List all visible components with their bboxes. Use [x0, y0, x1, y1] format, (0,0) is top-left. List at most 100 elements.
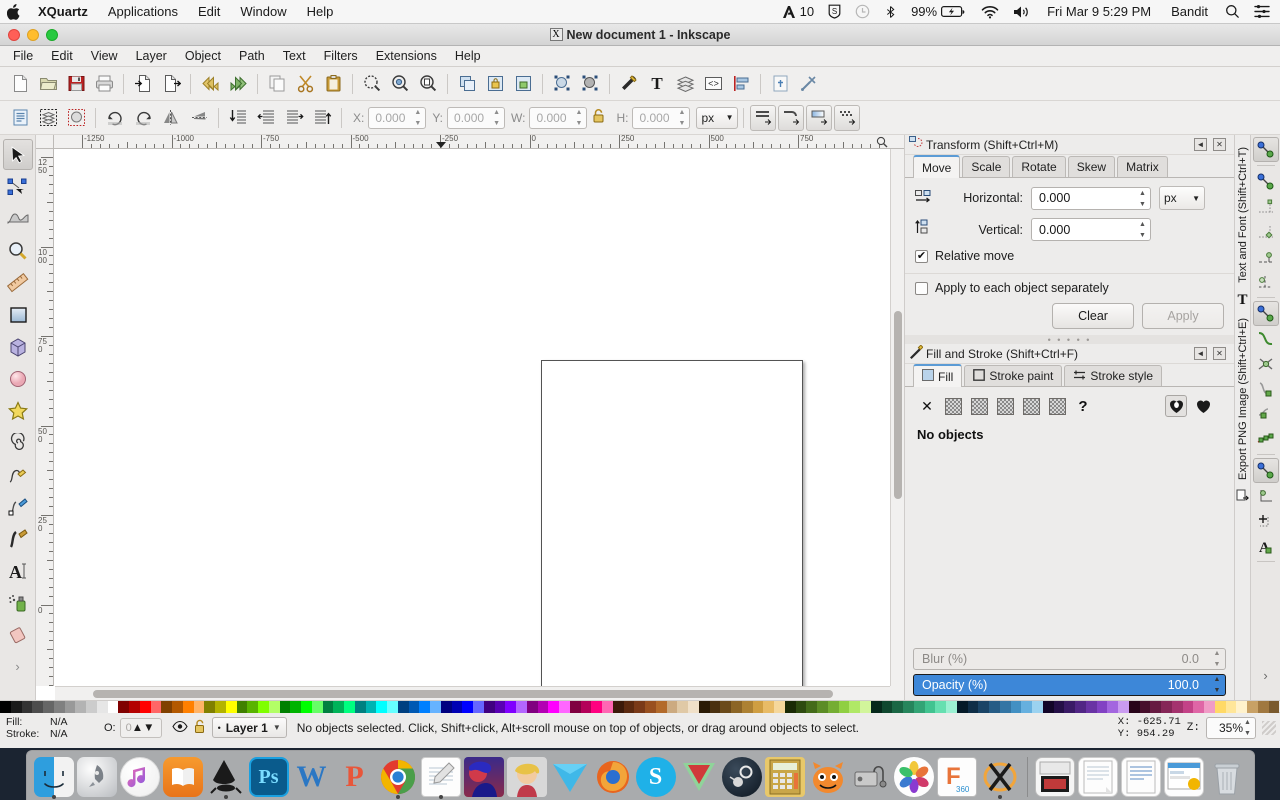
- lower-button[interactable]: [253, 105, 279, 131]
- dock-photos[interactable]: [893, 754, 934, 800]
- fill-stroke-close-icon[interactable]: ✕: [1213, 347, 1226, 360]
- document-page[interactable]: [541, 360, 803, 686]
- palette-swatch[interactable]: [333, 701, 344, 713]
- w-field-stepper[interactable]: ▲ ▼: [573, 109, 584, 127]
- palette-swatch[interactable]: [774, 701, 785, 713]
- palette-swatch[interactable]: [10, 701, 22, 713]
- palette-swatch[interactable]: [1268, 701, 1280, 713]
- menu-edit[interactable]: Edit: [188, 0, 230, 24]
- palette-swatch[interactable]: [752, 701, 764, 713]
- palette-swatch[interactable]: [720, 701, 731, 713]
- dock-powerpoint[interactable]: P: [334, 754, 375, 800]
- stroke-indicator[interactable]: Stroke: N/A: [0, 728, 86, 740]
- transform-collapse-icon[interactable]: ◄: [1194, 138, 1207, 151]
- menu-applications[interactable]: Applications: [98, 0, 188, 24]
- fill-none-button[interactable]: ✕: [917, 396, 937, 416]
- dock-itunes[interactable]: [119, 754, 160, 800]
- duplicate-button[interactable]: [454, 71, 480, 97]
- palette-swatch[interactable]: [881, 701, 893, 713]
- tool-spray[interactable]: [3, 587, 33, 618]
- dock-server[interactable]: [850, 754, 891, 800]
- palette-swatch[interactable]: [892, 701, 903, 713]
- snap-path-intersections-button[interactable]: [1253, 351, 1279, 376]
- palette-swatch[interactable]: [580, 701, 592, 713]
- snap-cusp-nodes-button[interactable]: [1253, 376, 1279, 401]
- menu-edit[interactable]: Edit: [42, 47, 82, 65]
- adobe-cc-icon[interactable]: 10: [775, 0, 821, 24]
- menu-object[interactable]: Object: [176, 47, 230, 65]
- snap-enable-button[interactable]: [1252, 137, 1279, 162]
- xml-editor-button[interactable]: <>: [700, 71, 726, 97]
- palette-swatch[interactable]: [43, 701, 54, 713]
- palette-swatch[interactable]: [354, 701, 366, 713]
- palette-swatch[interactable]: [666, 701, 678, 713]
- wifi-icon[interactable]: [974, 5, 1006, 19]
- menu-text[interactable]: Text: [274, 47, 315, 65]
- palette-swatch[interactable]: [344, 701, 355, 713]
- dock-ibooks[interactable]: [162, 754, 203, 800]
- palette-swatch[interactable]: [924, 701, 936, 713]
- snap-paths-button[interactable]: [1253, 326, 1279, 351]
- palette-swatch[interactable]: [118, 701, 129, 713]
- palette-swatch[interactable]: [849, 701, 860, 713]
- palette-swatch[interactable]: [193, 701, 205, 713]
- opacity-field-stepper[interactable]: ▲▼: [132, 722, 155, 734]
- palette-swatch[interactable]: [32, 701, 43, 713]
- affect-rounded-corners-button[interactable]: [778, 104, 805, 131]
- menu-layer[interactable]: Layer: [127, 47, 176, 65]
- fillrule-evenodd-button[interactable]: [1165, 395, 1187, 417]
- palette-swatch[interactable]: [688, 701, 699, 713]
- fill-swatch-button[interactable]: [1047, 396, 1067, 416]
- menu-extensions[interactable]: Extensions: [367, 47, 446, 65]
- palette-swatch[interactable]: [913, 701, 925, 713]
- palette-swatch[interactable]: [408, 701, 420, 713]
- layer-selector[interactable]: • Layer 1 ▼: [211, 717, 287, 738]
- mask-object-button[interactable]: [577, 71, 603, 97]
- palette-swatch[interactable]: [1021, 701, 1032, 713]
- palette-swatch[interactable]: [451, 701, 463, 713]
- dock-scratch[interactable]: [807, 754, 848, 800]
- affect-patterns-button[interactable]: [834, 104, 861, 131]
- color-palette[interactable]: [0, 700, 1280, 713]
- tab-move[interactable]: Move: [913, 155, 961, 178]
- palette-swatch[interactable]: [1064, 701, 1075, 713]
- redo-button[interactable]: [225, 71, 251, 97]
- menu-file[interactable]: File: [4, 47, 42, 65]
- snap-overflow-button[interactable]: ›: [1253, 663, 1279, 688]
- snap-others-button[interactable]: [1252, 458, 1279, 483]
- relative-move-checkbox[interactable]: ✔: [915, 249, 928, 263]
- palette-swatch[interactable]: [322, 701, 334, 713]
- dock-calculator[interactable]: [764, 754, 805, 800]
- palette-swatch[interactable]: [741, 701, 753, 713]
- search-icon[interactable]: [1218, 4, 1247, 19]
- snap-rotation-centers-button[interactable]: [1253, 508, 1279, 533]
- palette-swatch[interactable]: [537, 701, 549, 713]
- palette-swatch[interactable]: [215, 701, 226, 713]
- palette-swatch[interactable]: [1193, 701, 1204, 713]
- dock-launchpad[interactable]: [76, 754, 117, 800]
- h-field-stepper[interactable]: ▲ ▼: [676, 109, 687, 127]
- palette-swatch[interactable]: [677, 701, 688, 713]
- palette-swatch[interactable]: [1204, 701, 1215, 713]
- palette-swatch[interactable]: [956, 701, 968, 713]
- palette-swatch[interactable]: [1053, 701, 1065, 713]
- tool-eraser[interactable]: [3, 619, 33, 650]
- apply-each-row[interactable]: Apply to each object separately: [915, 281, 1224, 295]
- palette-swatch[interactable]: [290, 701, 301, 713]
- palette-swatch[interactable]: [376, 701, 387, 713]
- shield-s-icon[interactable]: S: [821, 4, 848, 19]
- palette-swatch[interactable]: [1096, 701, 1108, 713]
- x-field[interactable]: 0.000 ▲ ▼: [368, 106, 427, 129]
- snap-line-midpoints-button[interactable]: [1253, 426, 1279, 451]
- dock-xquartz[interactable]: [979, 754, 1020, 800]
- menu-username[interactable]: Bandit: [1161, 0, 1218, 24]
- palette-swatch[interactable]: [827, 701, 839, 713]
- palette-swatch[interactable]: [516, 701, 527, 713]
- snap-bbox-corners-button[interactable]: [1253, 219, 1279, 244]
- tool-calligraphy[interactable]: [3, 523, 33, 554]
- tool-selector[interactable]: [2, 139, 33, 170]
- palette-swatch[interactable]: [494, 701, 506, 713]
- window-title-bar[interactable]: X New document 1 - Inkscape: [0, 24, 1280, 46]
- dock-trash[interactable]: [1207, 754, 1248, 800]
- snap-bounding-box-button[interactable]: [1253, 169, 1279, 194]
